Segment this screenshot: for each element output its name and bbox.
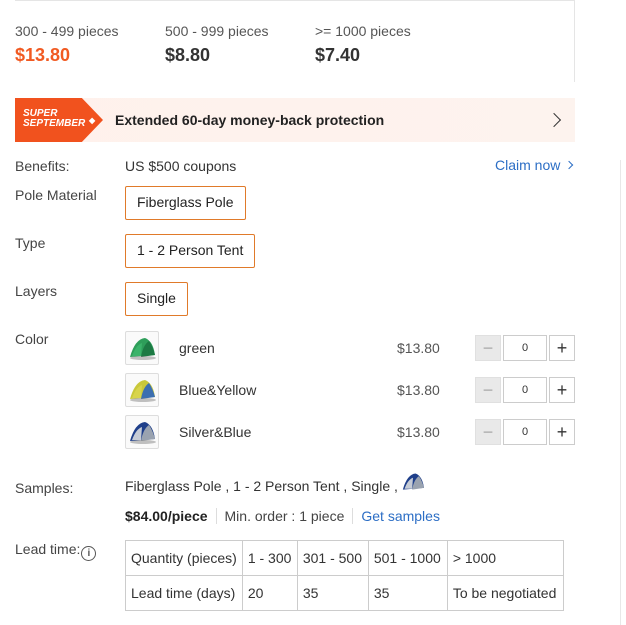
sample-min-order: Min. order : 1 piece xyxy=(215,508,344,524)
table-cell: 20 xyxy=(241,575,298,611)
silver-blue-tent-icon xyxy=(400,471,426,493)
top-divider xyxy=(15,0,575,1)
tier-range: 300 - 499 pieces xyxy=(15,23,119,39)
color-row: Blue&Yellow $13.80 − 0 + xyxy=(125,373,575,407)
color-price: $13.80 xyxy=(397,382,440,398)
color-price: $13.80 xyxy=(397,340,440,356)
pole-material-label: Pole Material xyxy=(15,187,97,203)
table-cell: 501 - 1000 xyxy=(367,540,448,576)
color-name: Blue&Yellow xyxy=(179,382,257,398)
color-row: green $13.80 − 0 + xyxy=(125,331,575,365)
decrement-button[interactable]: − xyxy=(475,377,501,403)
tier-range: 500 - 999 pieces xyxy=(165,23,269,39)
option-fiberglass-pole[interactable]: Fiberglass Pole xyxy=(125,186,246,220)
table-cell: Lead time (days) xyxy=(125,575,243,611)
get-samples-link[interactable]: Get samples xyxy=(352,508,440,524)
table-row: Quantity (pieces) 1 - 300 301 - 500 501 … xyxy=(125,540,564,576)
silver-blue-tent-icon[interactable] xyxy=(125,415,159,449)
info-icon[interactable]: i xyxy=(81,546,97,561)
super-september-badge: SUPER SEPTEMBER ◆ xyxy=(15,98,103,142)
quantity-input[interactable]: 0 xyxy=(503,419,547,445)
side-divider-lower xyxy=(620,160,621,625)
sparkle-icon: ◆ xyxy=(89,116,96,125)
claim-now-link[interactable]: Claim now xyxy=(495,157,574,173)
table-cell: 301 - 500 xyxy=(296,540,369,576)
chevron-right-icon[interactable] xyxy=(546,112,562,128)
option-single-layer[interactable]: Single xyxy=(125,282,188,316)
quantity-stepper: − 0 + xyxy=(475,419,575,445)
increment-button[interactable]: + xyxy=(549,419,575,445)
tier-price: $13.80 xyxy=(15,45,71,65)
table-cell: Quantity (pieces) xyxy=(125,540,243,576)
increment-button[interactable]: + xyxy=(549,377,575,403)
samples-price-line: $84.00/piece Min. order : 1 piece Get sa… xyxy=(125,508,440,524)
layers-label: Layers xyxy=(15,283,58,299)
promo-text: Extended 60-day money-back protection xyxy=(115,112,385,128)
tier-price: $8.80 xyxy=(165,45,211,65)
tier-range: >= 1000 pieces xyxy=(315,23,411,39)
quantity-input[interactable]: 0 xyxy=(503,335,547,361)
claim-now-label: Claim now xyxy=(495,157,561,173)
price-tier: 500 - 999 pieces $8.80 xyxy=(165,22,315,68)
price-tier: 300 - 499 pieces $13.80 xyxy=(15,22,165,68)
increment-button[interactable]: + xyxy=(549,335,575,361)
quantity-stepper: − 0 + xyxy=(475,377,575,403)
benefits-label: Benefits: xyxy=(15,158,70,174)
samples-spec-text: Fiberglass Pole , 1 - 2 Person Tent , Si… xyxy=(125,478,398,494)
price-tier: >= 1000 pieces $7.40 xyxy=(315,22,465,68)
table-row: Lead time (days) 20 35 35 To be negotiat… xyxy=(125,575,564,611)
table-cell: To be negotiated xyxy=(446,575,564,611)
samples-label: Samples: xyxy=(15,480,74,496)
type-label: Type xyxy=(15,235,46,251)
table-cell: 35 xyxy=(367,575,448,611)
color-label: Color xyxy=(15,331,49,347)
sample-price: $84.00/piece xyxy=(125,508,208,524)
color-name: green xyxy=(179,340,215,356)
decrement-button[interactable]: − xyxy=(475,419,501,445)
tier-price: $7.40 xyxy=(315,45,361,65)
quantity-input[interactable]: 0 xyxy=(503,377,547,403)
quantity-stepper: − 0 + xyxy=(475,335,575,361)
lead-time-table: Quantity (pieces) 1 - 300 301 - 500 501 … xyxy=(125,540,564,611)
lead-time-label: Lead time: xyxy=(15,541,81,557)
color-name: Silver&Blue xyxy=(179,424,252,440)
decrement-button[interactable]: − xyxy=(475,335,501,361)
promo-banner[interactable]: SUPER SEPTEMBER ◆ Extended 60-day money-… xyxy=(15,98,575,142)
side-divider xyxy=(574,0,575,82)
lead-time-label-wrap: Lead time: i xyxy=(15,541,97,561)
chevron-right-icon xyxy=(565,160,574,170)
green-tent-icon[interactable] xyxy=(125,331,159,365)
color-row: Silver&Blue $13.80 − 0 + xyxy=(125,415,575,449)
benefits-value: US $500 coupons xyxy=(125,158,237,174)
table-cell: 35 xyxy=(296,575,369,611)
samples-spec: Fiberglass Pole , 1 - 2 Person Tent , Si… xyxy=(125,473,426,494)
blue-yellow-tent-icon[interactable] xyxy=(125,373,159,407)
table-cell: > 1000 xyxy=(446,540,564,576)
price-tiers: 300 - 499 pieces $13.80 500 - 999 pieces… xyxy=(15,22,465,68)
table-cell: 1 - 300 xyxy=(241,540,298,576)
color-price: $13.80 xyxy=(397,424,440,440)
option-tent-size[interactable]: 1 - 2 Person Tent xyxy=(125,234,256,268)
